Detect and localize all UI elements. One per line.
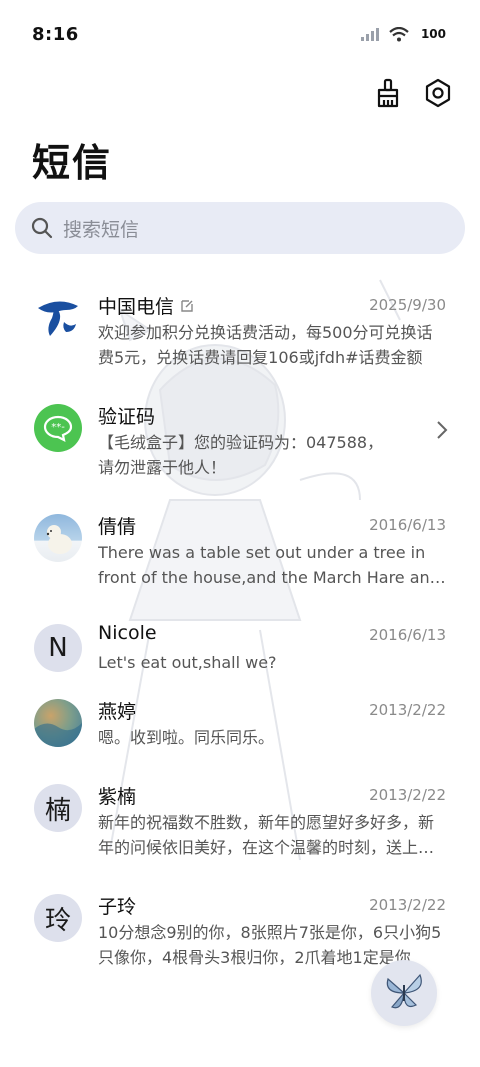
landscape-photo (34, 723, 82, 747)
conversation-name: 中国电信 (98, 292, 194, 319)
settings-button[interactable] (422, 77, 454, 109)
polar-bear-photo (46, 525, 72, 554)
broom-icon (377, 78, 399, 108)
conversation-name: 燕婷 (98, 697, 136, 724)
top-actions (372, 77, 454, 109)
avatar (34, 514, 82, 562)
butterfly-icon (386, 973, 422, 1009)
chevron-right-icon[interactable] (436, 420, 448, 440)
name-text: Nicole (98, 622, 157, 644)
wifi-icon (389, 26, 409, 41)
conversation-date: 2016/6/13 (369, 626, 446, 644)
name-text: 紫楠 (98, 786, 137, 808)
conversation-name: Nicole (98, 622, 157, 644)
conversation-name: 验证码 (98, 402, 155, 429)
settings-hexagon-icon (425, 78, 451, 108)
conversation-name: 子玲 (98, 892, 136, 919)
avatar (34, 699, 82, 747)
page-title: 短信 (32, 141, 113, 185)
conversation-preview: There was a table set out under a tree i… (98, 543, 440, 587)
compose-button[interactable] (371, 960, 437, 1026)
signal-icon (360, 28, 379, 41)
status-bar: 8:16 100 (0, 0, 480, 68)
clean-button[interactable] (372, 77, 404, 109)
battery-level: 100 (420, 27, 446, 41)
name-text: 子玲 (98, 896, 137, 918)
conversation-preview: 【毛绒盒子】您的验证码为：047588，请勿泄露于他人！ (98, 433, 384, 477)
search-placeholder: 搜索短信 (63, 218, 140, 241)
status-time: 8:16 (32, 23, 79, 45)
conversation-date: 2013/2/22 (369, 701, 446, 719)
message-bubble-icon: **- (43, 415, 73, 442)
edit-draft-icon (181, 299, 193, 312)
avatar (34, 294, 82, 342)
conversation-date: 2025/9/30 (369, 296, 446, 314)
conversation-preview: 新年的祝福数不胜数，新年的愿望好多好多，新年的问候依旧美好，在这个温馨的时刻，送… (98, 813, 435, 857)
search-icon (31, 217, 53, 239)
name-text: 倩倩 (98, 516, 137, 538)
conversation-item[interactable]: **- 验证码 【毛绒盒子】您的验证码为：047588，请勿泄露于他人！ (0, 390, 480, 490)
conversation-preview: Let's eat out,shall we? (98, 653, 277, 672)
avatar: N (34, 624, 82, 672)
status-icons: 100 (360, 26, 448, 42)
conversation-date: 2013/2/22 (369, 896, 446, 914)
conversation-preview: 嗯。收到啦。同乐同乐。 (98, 728, 275, 747)
avatar: 玲 (34, 894, 82, 942)
conversation-item[interactable]: 楠 紫楠 2013/2/22 新年的祝福数不胜数，新年的愿望好多好多，新年的问候… (0, 770, 480, 870)
search-input[interactable]: 搜索短信 (15, 202, 465, 254)
conversation-name: 倩倩 (98, 512, 136, 539)
avatar: 楠 (34, 784, 82, 832)
conversation-date: 2016/6/13 (369, 516, 446, 534)
china-telecom-logo-icon (38, 301, 78, 336)
conversation-item[interactable]: 倩倩 2016/6/13 There was a table set out u… (0, 500, 480, 600)
svg-text:**-: **- (51, 422, 65, 433)
name-text: 验证码 (98, 406, 156, 428)
name-text: 中国电信 (98, 296, 175, 318)
avatar: **- (34, 404, 82, 452)
conversation-item[interactable]: 中国电信 2025/9/30 欢迎参加积分兑换话费活动，每500分可兑换话费5元… (0, 280, 480, 380)
name-text: 燕婷 (98, 701, 137, 723)
conversation-preview: 欢迎参加积分兑换话费活动，每500分可兑换话费5元，兑换话费请回复106或jfd… (98, 323, 433, 367)
conversation-name: 紫楠 (98, 782, 136, 809)
conversation-date: 2013/2/22 (369, 786, 446, 804)
